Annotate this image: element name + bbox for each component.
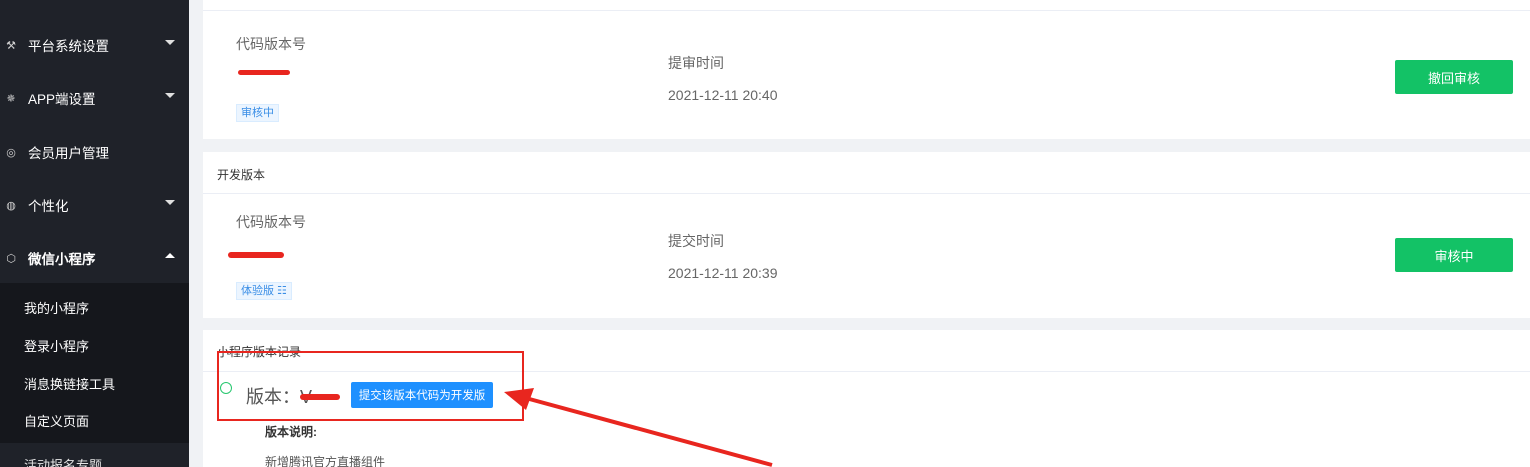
menu-wechat-miniprogram[interactable]: ⬡ 微信小程序 — [0, 238, 189, 278]
submit-time-value: 2021-12-11 20:39 — [668, 265, 778, 281]
gear-icon: ✵ — [6, 91, 16, 105]
dev-version-card: 开发版本 代码版本号 体验版 ☷ 提交时间 2021-12-11 20:39 审… — [203, 152, 1530, 318]
annotation-arrow — [504, 388, 773, 467]
annotation-box — [217, 351, 524, 421]
palette-icon: ◍ — [6, 198, 16, 212]
submenu-item-login-miniprogram[interactable]: 登录小程序 — [0, 326, 189, 364]
menu-activity-signup[interactable]: 活动报名专题 — [24, 455, 102, 467]
sidebar: ⚒ 平台系统设置 ✵ APP端设置 ◎ 会员用户管理 ◍ 个性化 ⬡ 微信小程序… — [0, 0, 189, 467]
submenu-item-custom-page[interactable]: 自定义页面 — [0, 401, 189, 439]
chevron-down-icon — [165, 40, 175, 45]
code-version-label: 代码版本号 — [236, 214, 306, 230]
chevron-up-icon — [165, 253, 175, 258]
menu-platform-settings[interactable]: ⚒ 平台系统设置 — [0, 25, 189, 65]
redacted-version — [238, 70, 290, 75]
menu-label: 个性化 — [28, 199, 69, 214]
menu-personalization[interactable]: ◍ 个性化 — [0, 185, 189, 225]
code-version-label: 代码版本号 — [236, 36, 306, 52]
shield-icon: ◎ — [6, 145, 16, 159]
submenu-item-my-miniprogram[interactable]: 我的小程序 — [0, 288, 189, 326]
menu-member-management[interactable]: ◎ 会员用户管理 — [0, 132, 189, 172]
withdraw-audit-button[interactable]: 撤回审核 — [1395, 60, 1513, 94]
version-note-title: 版本说明: — [265, 425, 317, 439]
experience-tag[interactable]: 体验版 ☷ — [236, 282, 292, 300]
submit-time-label: 提交时间 — [668, 233, 724, 249]
redacted-version — [228, 252, 284, 258]
cube-icon: ⬡ — [6, 251, 16, 265]
submit-time-label: 提审时间 — [668, 55, 724, 71]
submenu-item-link-tool[interactable]: 消息换链接工具 — [0, 364, 189, 402]
menu-label: 会员用户管理 — [28, 146, 109, 161]
menu-app-settings[interactable]: ✵ APP端设置 — [0, 78, 189, 118]
menu-label: APP端设置 — [28, 92, 96, 107]
tools-icon: ⚒ — [6, 38, 16, 52]
submit-time-value: 2021-12-11 20:40 — [668, 87, 778, 103]
menu-label: 微信小程序 — [28, 252, 96, 267]
version-note-text: 新增腾讯官方直播组件 — [265, 455, 386, 467]
submenu: 我的小程序 登录小程序 消息换链接工具 自定义页面 — [0, 283, 189, 443]
under-review-button[interactable]: 审核中 — [1395, 238, 1513, 272]
chevron-down-icon — [165, 93, 175, 98]
menu-label: 平台系统设置 — [28, 39, 109, 54]
audit-version-card: 代码版本号 审核中 提审时间 2021-12-11 20:40 撤回审核 — [203, 0, 1530, 139]
chevron-down-icon — [165, 200, 175, 205]
card-title: 开发版本 — [217, 168, 266, 182]
status-badge: 审核中 — [236, 104, 279, 122]
